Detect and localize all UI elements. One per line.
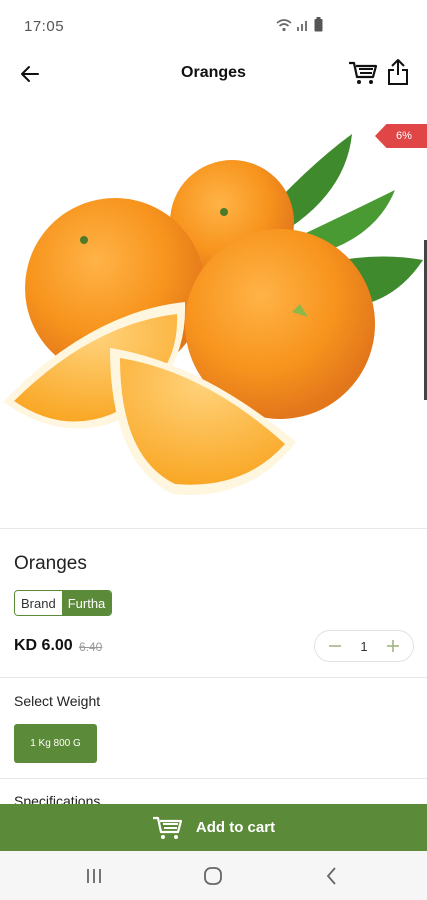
add-to-cart-button[interactable]: Add to cart <box>0 804 427 851</box>
share-icon <box>388 59 408 85</box>
divider <box>0 677 427 678</box>
brand-chip: Brand Furtha <box>14 590 113 616</box>
share-button[interactable] <box>386 58 412 88</box>
status-bar: 17:05 <box>0 0 427 50</box>
cart-button[interactable] <box>348 60 378 88</box>
quantity-stepper: 1 <box>314 630 414 662</box>
app-header: Oranges <box>0 50 427 98</box>
select-weight-label: Select Weight <box>14 693 101 709</box>
oranges-image <box>3 134 423 495</box>
old-price: 6.40 <box>79 640 103 654</box>
recent-apps-icon <box>87 869 101 883</box>
minus-icon <box>329 645 341 647</box>
divider <box>0 528 427 529</box>
battery-icon <box>314 17 323 32</box>
cart-icon <box>349 61 378 84</box>
nav-back-icon <box>326 867 336 885</box>
quantity-value: 1 <box>360 638 368 654</box>
product-image: 6% <box>0 112 427 522</box>
status-time: 17:05 <box>24 18 65 35</box>
plus-icon <box>386 640 399 652</box>
add-to-cart-label: Add to cart <box>195 819 276 836</box>
current-price: KD 6.00 <box>14 637 73 654</box>
signal-icon <box>297 20 307 31</box>
cart-icon <box>152 816 183 839</box>
divider <box>0 778 427 779</box>
product-name: Oranges <box>14 553 87 574</box>
decrement-button[interactable] <box>327 638 343 654</box>
increment-button[interactable] <box>385 638 401 654</box>
status-icons <box>276 17 323 32</box>
nav-back-button[interactable] <box>320 865 344 887</box>
home-button[interactable] <box>201 865 225 887</box>
brand-value: Furtha <box>61 591 112 615</box>
system-nav-bar <box>0 851 427 900</box>
brand-label: Brand <box>15 591 62 615</box>
home-icon <box>204 867 222 885</box>
wifi-icon <box>276 18 292 31</box>
recent-apps-button[interactable] <box>82 865 106 887</box>
weight-option[interactable]: 1 Kg 800 G <box>14 724 97 763</box>
